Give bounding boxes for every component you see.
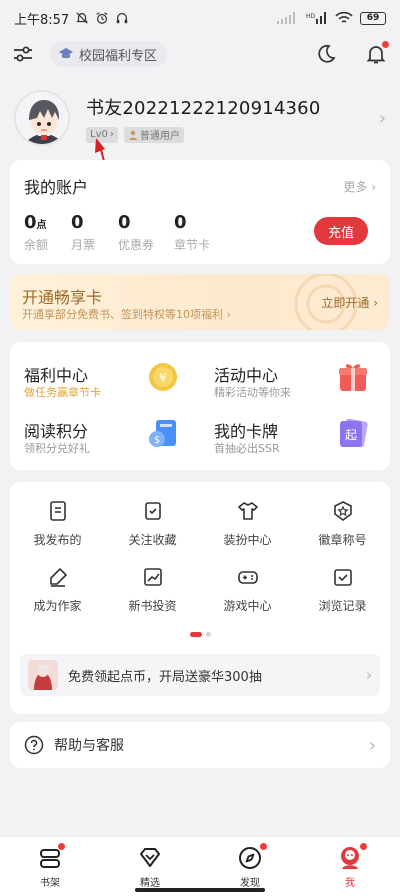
grid-item-new-book-invest[interactable]: 新书投资 bbox=[105, 566, 200, 614]
card-icon: 起 bbox=[340, 418, 368, 448]
coin-icon: ¥ bbox=[149, 363, 177, 391]
vip-subtitle: 开通享部分免费书、签到特权等10项福利 › bbox=[22, 308, 231, 321]
svg-text:¥: ¥ bbox=[159, 371, 167, 385]
tab-me[interactable]: 我 bbox=[300, 837, 400, 896]
grid-item-history[interactable]: 浏览记录 bbox=[295, 566, 390, 614]
vip-open-button[interactable]: 立即开通 › bbox=[321, 294, 378, 311]
battery-icon: 69 bbox=[360, 11, 386, 25]
svg-text:$: $ bbox=[154, 435, 160, 446]
alarm-icon bbox=[96, 12, 108, 24]
campus-welfare-button[interactable]: 校园福利专区 bbox=[50, 41, 168, 67]
account-card: 我的账户 更多 › 0点 余额 0 月票 0 优惠券 0 章节卡 充值 bbox=[10, 160, 390, 264]
chevron-right-icon: › bbox=[378, 107, 386, 129]
status-bar: 上午8:57 HD 69 bbox=[0, 0, 400, 36]
history-icon bbox=[333, 569, 352, 586]
page-indicator bbox=[190, 632, 211, 637]
top-bar: 校园福利专区 bbox=[0, 36, 400, 72]
chevron-right-icon: › bbox=[366, 666, 372, 684]
gift-box-icon bbox=[339, 364, 367, 391]
trend-chart-icon bbox=[143, 568, 162, 586]
notification-button[interactable] bbox=[364, 41, 389, 66]
grid-item-badges[interactable]: 徽章称号 bbox=[295, 500, 390, 548]
profile-row[interactable]: 书友20221222120914360 Lv0 › 普通用户 › bbox=[0, 84, 400, 152]
welfare-center[interactable]: 福利中心 做任务赢章节卡 ¥ bbox=[10, 342, 200, 399]
stat-balance[interactable]: 0点 余额 bbox=[24, 212, 71, 253]
diamond-icon bbox=[140, 848, 160, 867]
avatar-image bbox=[16, 92, 68, 144]
centers-card: 福利中心 做任务赢章节卡 ¥ 活动中心 精彩活动等你来 阅读积分 领积分兑好礼 … bbox=[10, 342, 390, 470]
level-text: Lv0 bbox=[90, 129, 108, 140]
stat-chapter-card[interactable]: 0 章节卡 bbox=[174, 212, 221, 253]
vip-card-banner[interactable]: 开通畅享卡 开通享部分免费书、签到特权等10项福利 › 立即开通 › bbox=[10, 274, 390, 330]
user-type-text: 普通用户 bbox=[139, 131, 180, 142]
account-title: 我的账户 bbox=[24, 178, 89, 197]
question-circle-icon bbox=[24, 735, 44, 755]
username: 书友20221222120914360 bbox=[86, 97, 321, 119]
signal-5g-icon: HD bbox=[306, 12, 326, 24]
user-icon bbox=[128, 130, 137, 140]
svg-text:起: 起 bbox=[345, 428, 357, 442]
wifi-icon bbox=[335, 11, 353, 23]
grid-item-dressup[interactable]: 装扮中心 bbox=[200, 500, 295, 548]
headphone-icon bbox=[116, 13, 128, 24]
avatar[interactable] bbox=[14, 90, 70, 146]
grid-item-my-posts[interactable]: 我发布的 bbox=[10, 500, 105, 548]
clock: 上午8:57 bbox=[14, 12, 70, 28]
account-more-link[interactable]: 更多 › bbox=[343, 178, 376, 195]
promo-text: 免费领起点币，开局送豪华300抽 bbox=[68, 669, 262, 685]
badge-star-icon bbox=[333, 501, 352, 521]
my-cards[interactable]: 我的卡牌 首抽必出SSR 起 bbox=[200, 398, 390, 455]
discover-dot bbox=[260, 843, 267, 850]
document-icon bbox=[49, 501, 66, 521]
settings-sliders-icon[interactable] bbox=[12, 44, 34, 64]
stat-monthly-ticket[interactable]: 0 月票 bbox=[71, 212, 118, 253]
chevron-right-icon: › bbox=[368, 734, 376, 756]
bottom-tab-bar: 书架 精选 发现 我 bbox=[0, 836, 400, 896]
bookshelf-dot bbox=[58, 843, 65, 850]
graduation-cap-icon bbox=[59, 48, 73, 59]
pen-icon bbox=[49, 568, 67, 587]
night-mode-button[interactable] bbox=[314, 42, 338, 66]
reading-points[interactable]: 阅读积分 领积分兑好礼 $ bbox=[10, 398, 200, 455]
help-service-row[interactable]: 帮助与客服 › bbox=[10, 722, 390, 768]
home-indicator bbox=[135, 888, 265, 892]
svg-text:HD: HD bbox=[306, 13, 316, 20]
recharge-button[interactable]: 充值 bbox=[314, 217, 368, 245]
chevron-right-icon: › bbox=[109, 129, 114, 140]
feature-grid: 我发布的 关注收藏 装扮中心 徽章称号 成为作家 新书投资 游戏中心 浏览记录 … bbox=[10, 482, 390, 714]
me-icon bbox=[341, 847, 359, 869]
me-dot bbox=[360, 843, 367, 850]
signal-icon bbox=[277, 12, 295, 24]
moon-icon bbox=[318, 44, 336, 63]
promo-banner[interactable]: 免费领起点币，开局送豪华300抽 › bbox=[20, 654, 380, 696]
compass-icon bbox=[239, 847, 261, 869]
tshirt-icon bbox=[237, 502, 258, 520]
gamepad-icon bbox=[237, 571, 258, 584]
notification-dot bbox=[382, 41, 389, 48]
level-badge[interactable]: Lv0 › bbox=[86, 126, 118, 143]
grid-item-game-center[interactable]: 游戏中心 bbox=[200, 566, 295, 614]
bookmark-check-icon bbox=[144, 502, 161, 520]
promo-thumbnail bbox=[28, 660, 58, 690]
user-type-badge: 普通用户 bbox=[123, 126, 184, 143]
activity-center[interactable]: 活动中心 精彩活动等你来 bbox=[200, 342, 390, 399]
vip-title: 开通畅享卡 bbox=[22, 288, 103, 307]
grid-item-become-author[interactable]: 成为作家 bbox=[10, 566, 105, 614]
stat-coupon[interactable]: 0 优惠券 bbox=[118, 212, 174, 253]
campus-label: 校园福利专区 bbox=[79, 48, 158, 64]
points-book-icon: $ bbox=[149, 420, 176, 447]
tab-bookshelf[interactable]: 书架 bbox=[0, 837, 100, 896]
help-label: 帮助与客服 bbox=[54, 738, 124, 754]
mute-bell-icon bbox=[76, 12, 89, 24]
grid-item-favorites[interactable]: 关注收藏 bbox=[105, 500, 200, 548]
